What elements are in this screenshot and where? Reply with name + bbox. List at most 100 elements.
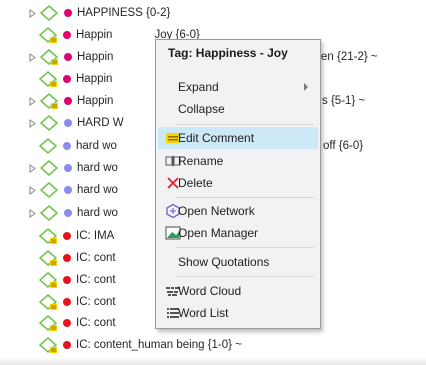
window-bottom-edge	[0, 357, 426, 365]
menu-item-expand[interactable]: Expand	[158, 76, 318, 98]
tree-row-happiness[interactable]: HAPPINESS {0-2}	[27, 3, 170, 23]
color-dot	[63, 31, 71, 39]
tree-row[interactable]: IC: IMA	[38, 226, 115, 246]
color-dot	[63, 319, 71, 327]
tree-row[interactable]: hard wo	[27, 158, 118, 178]
tree-row-label-part: IC: IMA	[76, 230, 115, 242]
menu-item-label: Edit Comment	[178, 131, 255, 145]
color-dot	[63, 276, 71, 284]
tree-row-label-part: s {5-1} ~	[322, 95, 366, 107]
tree-row[interactable]: Happin	[38, 69, 113, 89]
menu-separator	[176, 197, 314, 198]
tree-row-label-part: HARD W	[77, 117, 124, 129]
tree-row-label-tail: en {21-2} ~	[321, 47, 378, 67]
tree-row[interactable]: IC: cont	[38, 270, 116, 290]
menu-item-label: Collapse	[178, 102, 225, 116]
tree-row-label-part: en {21-2} ~	[321, 51, 378, 63]
tree-row[interactable]: Happin	[27, 91, 113, 111]
code-comment-diamond-icon	[38, 227, 59, 245]
context-menu-title: Tag: Happiness - Joy	[168, 46, 288, 60]
expand-arrow-icon[interactable]	[27, 206, 38, 220]
color-dot	[64, 209, 72, 217]
menu-separator	[176, 247, 314, 248]
code-comment-diamond-icon	[39, 92, 60, 110]
tree-row-hard-work[interactable]: HARD W	[27, 113, 124, 133]
menu-item-label: Word List	[178, 306, 229, 320]
menu-item-label: Expand	[178, 80, 219, 94]
color-dot	[63, 298, 71, 306]
menu-separator	[176, 124, 314, 125]
tree-row-label-part: IC: cont	[76, 274, 116, 286]
tree-row-label-part: Happin	[76, 73, 113, 85]
tree-row[interactable]: Happin	[27, 47, 113, 67]
menu-item-label: Open Manager	[178, 226, 259, 240]
tree-row-label-part: IC: cont	[76, 317, 116, 329]
tree-row-label-part: hard wo	[77, 162, 118, 174]
menu-item-label: Show Quotations	[178, 255, 270, 269]
menu-item-word-cloud[interactable]: Word Cloud	[158, 280, 318, 302]
tree-row-label-tail: off {6-0}	[323, 136, 363, 156]
menu-item-collapse[interactable]: Collapse	[158, 98, 318, 120]
tree-row-label: HAPPINESS {0-2}	[77, 7, 171, 19]
code-comment-diamond-icon	[38, 293, 59, 311]
expand-arrow-icon[interactable]	[27, 94, 38, 108]
context-menu: Tag: Happiness - Joy Expand Collapse Edi…	[155, 39, 321, 329]
menu-item-label: Delete	[178, 176, 213, 190]
menu-item-open-manager[interactable]: Open Manager	[158, 222, 318, 244]
tree-row[interactable]: hard wo	[27, 180, 118, 200]
tree-row-label-part: IC: cont	[76, 252, 116, 264]
tree-row-label: IC: content_human being {1-0} ~	[76, 339, 242, 351]
menu-item-open-network[interactable]: Open Network	[158, 200, 318, 222]
tree-row-label-part: off {6-0}	[323, 140, 364, 152]
color-dot	[63, 341, 71, 349]
menu-item-label: Word Cloud	[178, 284, 242, 298]
tree-row-label-tail: s {5-1} ~	[322, 91, 365, 111]
expand-arrow-icon[interactable]	[27, 161, 38, 175]
code-diamond-icon	[39, 159, 60, 177]
expand-arrow-icon[interactable]	[27, 50, 38, 64]
color-dot	[64, 164, 72, 172]
tree-row-label-part: hard wo	[77, 184, 118, 196]
color-dot	[63, 75, 71, 83]
menu-separator	[176, 276, 314, 277]
color-dot	[63, 232, 71, 240]
code-comment-diamond-icon	[38, 271, 59, 289]
color-dot	[64, 53, 72, 61]
menu-item-label: Open Network	[178, 204, 255, 218]
tree-row-label-part: Happin	[77, 95, 114, 107]
expand-arrow-icon[interactable]	[27, 183, 38, 197]
color-dot	[64, 119, 72, 127]
color-dot	[64, 9, 72, 17]
tree-row[interactable]: IC: cont	[38, 248, 116, 268]
color-dot	[63, 254, 71, 262]
code-diamond-icon	[39, 4, 60, 22]
tree-row-label-part: Happin	[77, 51, 114, 63]
menu-item-edit-comment[interactable]: Edit Comment	[158, 127, 318, 149]
code-diamond-icon	[39, 114, 60, 132]
submenu-arrow-icon	[304, 83, 308, 91]
menu-item-show-quotations[interactable]: Show Quotations	[158, 251, 318, 273]
code-comment-diamond-icon	[38, 249, 59, 267]
code-comment-diamond-icon	[39, 48, 60, 66]
color-dot	[64, 186, 72, 194]
code-comment-diamond-icon	[38, 336, 59, 354]
tree-row[interactable]: IC: cont	[38, 313, 116, 333]
expand-arrow-icon[interactable]	[27, 6, 38, 20]
expand-arrow-icon[interactable]	[27, 116, 38, 130]
menu-item-label: Rename	[178, 154, 224, 168]
menu-item-delete[interactable]: Delete	[158, 172, 318, 194]
menu-item-rename[interactable]: Rename	[158, 150, 318, 172]
code-diamond-icon	[38, 137, 59, 155]
tree-row-label-part: IC: cont	[76, 296, 116, 308]
code-comment-diamond-icon	[38, 70, 59, 88]
tree-row[interactable]: IC: content_human being {1-0} ~	[38, 335, 242, 355]
code-diamond-icon	[39, 204, 60, 222]
tree-row[interactable]: hard wo	[27, 203, 118, 223]
menu-item-word-list[interactable]: Word List	[158, 302, 318, 324]
tree-row-label-part: hard wo	[76, 140, 117, 152]
code-comment-diamond-icon	[38, 26, 59, 44]
tree-row[interactable]: hard wo	[38, 136, 117, 156]
tree-row[interactable]: IC: cont	[38, 292, 116, 312]
color-dot	[63, 142, 71, 150]
tree-row-label-part: hard wo	[77, 207, 118, 219]
